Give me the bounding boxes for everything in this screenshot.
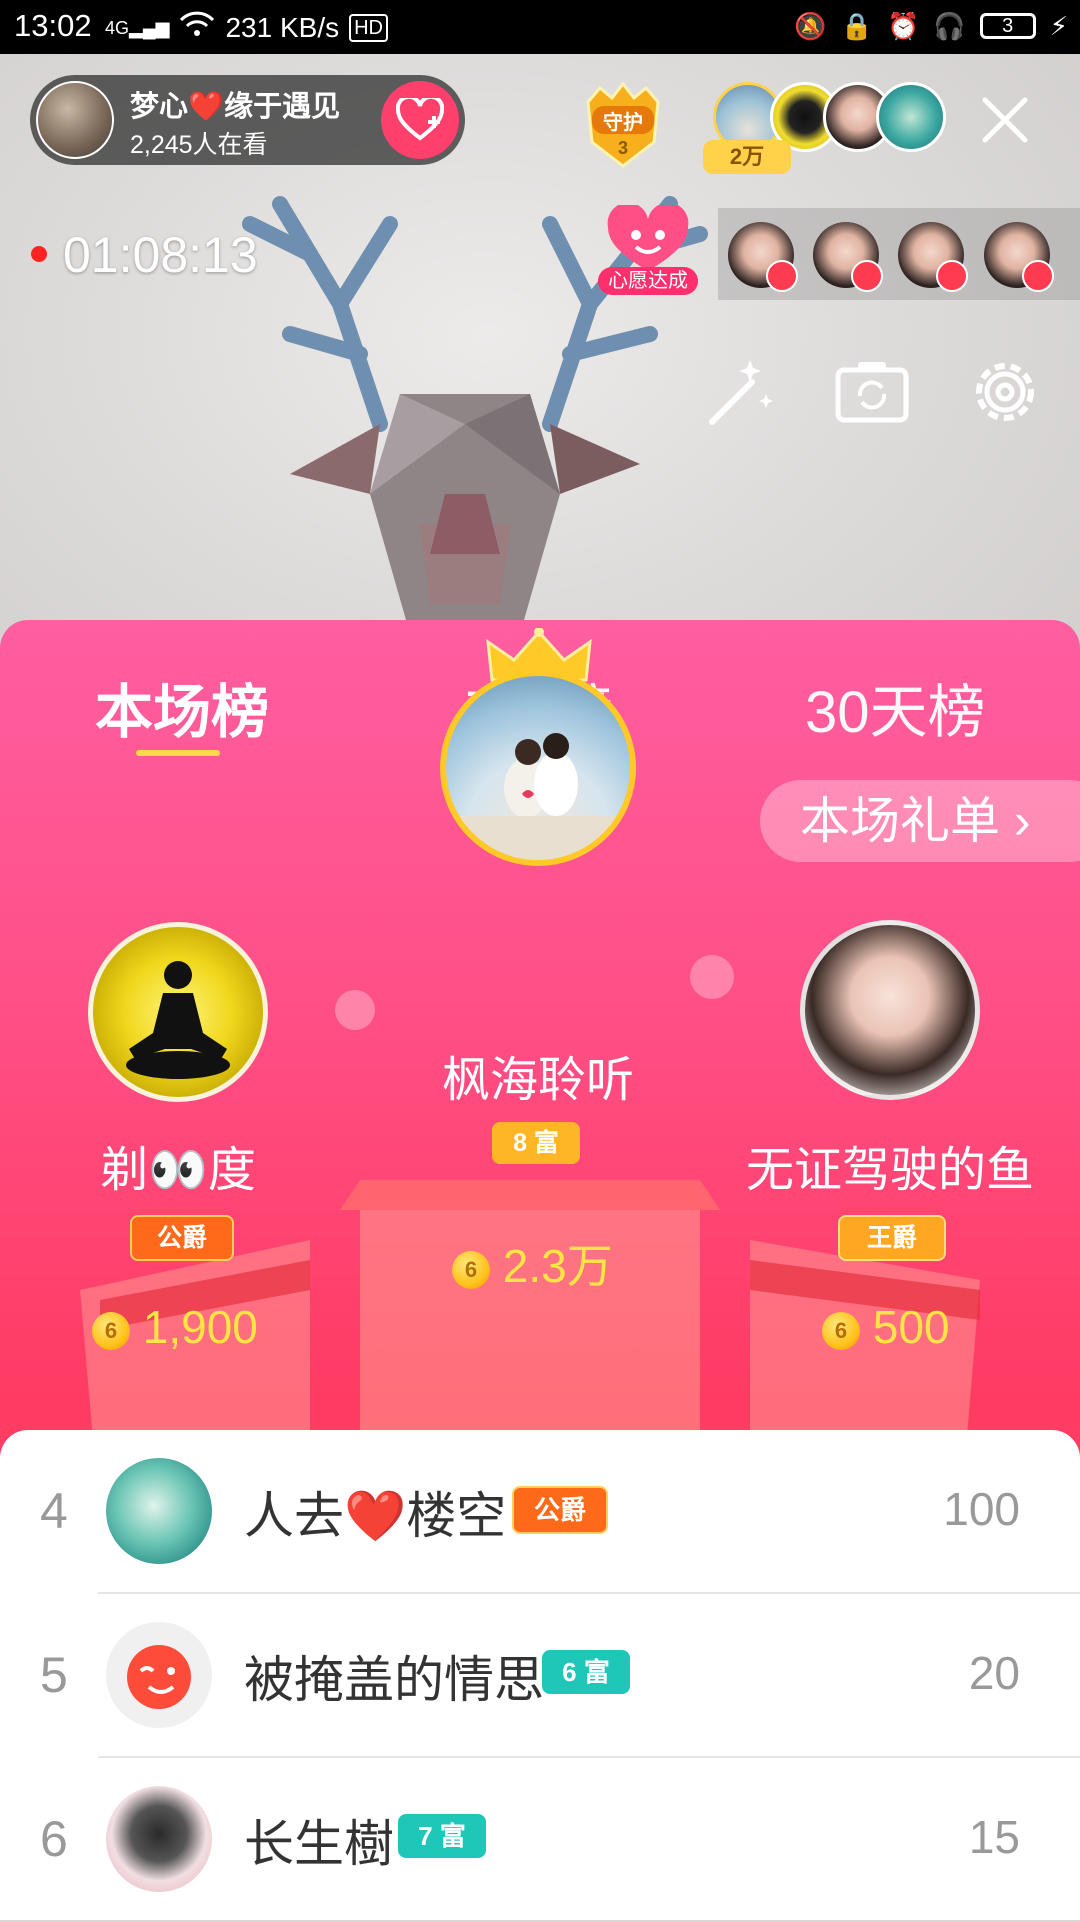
viewer-count: 2,245人在看 — [130, 131, 268, 159]
coin-icon: 6 — [92, 1311, 130, 1350]
rank-3-avatar[interactable] — [800, 920, 980, 1100]
close-button[interactable] — [975, 90, 1035, 150]
list-level-tag: 6 富 — [542, 1650, 630, 1694]
list-rank: 4 — [40, 1483, 68, 1539]
sofa-badge-icon — [1022, 260, 1054, 292]
rank-3-king-tag: 王爵 — [838, 1215, 946, 1261]
status-time: 13:02 — [14, 8, 92, 43]
rank-3-score: 6 500 — [822, 1300, 950, 1354]
rank-2-name: 剃👀度 — [100, 1144, 256, 1197]
list-item[interactable]: 4 人去❤️楼空 公爵 100 — [0, 1430, 1080, 1594]
rank-1-name: 枫海聆听 — [441, 1054, 634, 1107]
list-item[interactable]: 5 被掩盖的情思 6 富 20 — [0, 1594, 1080, 1758]
rank-2-duke-tag: 公爵 — [130, 1215, 234, 1261]
tab-30-days[interactable]: 30天榜 — [805, 665, 986, 749]
list-rank: 5 — [40, 1647, 68, 1703]
list-rank: 6 — [40, 1811, 68, 1867]
gear-icon — [976, 363, 1034, 421]
rank-1-score: 6 2.3万 — [452, 1230, 613, 1296]
hd-icon: HD — [349, 13, 388, 42]
guard-label: 守护 — [603, 112, 643, 134]
bubble-decoration — [690, 955, 734, 999]
list-score: 100 — [943, 1483, 1020, 1535]
recording-dot — [31, 246, 47, 262]
battery-icon: 3 — [979, 13, 1036, 39]
network-speed: 231 KB/s — [225, 11, 340, 43]
coin-icon: 6 — [452, 1250, 490, 1289]
magic-wand-icon — [709, 360, 773, 425]
bubble-decoration — [335, 990, 375, 1030]
host-avatar[interactable] — [36, 81, 114, 159]
headphones-icon: 🎧 — [933, 11, 966, 41]
audience-avatar-3[interactable] — [898, 222, 968, 292]
wifi-icon — [179, 10, 215, 45]
audience-strip — [718, 208, 1080, 300]
active-tab-indicator — [136, 750, 220, 756]
list-avatar[interactable] — [106, 1786, 212, 1892]
top-viewer-avatar-4[interactable] — [876, 82, 946, 152]
list-avatar[interactable] — [106, 1622, 212, 1728]
list-level-tag: 公爵 — [512, 1486, 608, 1534]
rank-2-avatar[interactable] — [88, 922, 268, 1102]
audience-avatar-4[interactable] — [984, 222, 1054, 292]
rank-1-avatar[interactable] — [440, 670, 636, 866]
list-name: 人去❤️楼空 — [244, 1488, 507, 1544]
gift-list-button[interactable]: 本场礼单 › — [760, 780, 1080, 862]
meditation-silhouette — [126, 961, 230, 1079]
rank-1-wealth-tag: 8 富 — [492, 1122, 580, 1164]
coin-icon: 6 — [822, 1311, 860, 1350]
close-icon — [982, 97, 1028, 143]
tab-current-show[interactable]: 本场榜 — [95, 665, 269, 749]
flip-camera-button[interactable] — [832, 352, 912, 432]
charging-icon: ⚡ — [1049, 11, 1068, 41]
list-level-tag: 7 富 — [398, 1814, 486, 1858]
rank-2-score: 6 1,900 — [92, 1300, 258, 1354]
ranking-list: 4 人去❤️楼空 公爵 100 5 被掩盖的情思 6 富 20 6 长生樹 7 … — [0, 1430, 1080, 1920]
audience-avatar-1[interactable] — [728, 222, 798, 292]
top-contribution-badge: 2万 — [703, 140, 791, 174]
wink-face-icon — [127, 1645, 191, 1709]
audience-avatar-2[interactable] — [813, 222, 883, 292]
camera-switch-icon — [835, 362, 909, 423]
heart-plus-icon — [396, 98, 444, 141]
couple-photo — [446, 733, 630, 860]
sofa-badge-icon — [851, 260, 883, 292]
rank-2-score-value: 1,900 — [142, 1301, 258, 1353]
signal-icon: 4G▂▄▆ — [105, 17, 170, 38]
list-score: 15 — [968, 1811, 1020, 1863]
sofa-badge-icon — [766, 260, 798, 292]
wish-badge[interactable]: 心愿达成 — [598, 205, 698, 295]
status-bar: 13:02 4G▂▄▆ 231 KB/s HD 🔕 🔒 ⏰ 🎧 3 ⚡ — [0, 0, 1080, 54]
lock-icon: 🔒 — [840, 11, 873, 41]
live-timer: 01:08:13 — [63, 227, 258, 283]
rank-1-score-value: 2.3万 — [502, 1240, 613, 1292]
beauty-effect-button[interactable] — [700, 352, 780, 432]
hd-label: HD — [354, 16, 383, 39]
list-name: 被掩盖的情思 — [244, 1652, 544, 1708]
network-type: 4G — [105, 17, 130, 38]
rank-3-name: 无证驾驶的鱼 — [746, 1144, 1035, 1197]
battery-level: 3 — [1002, 14, 1014, 37]
heart-face-icon — [607, 205, 689, 271]
rank-3-score-value: 500 — [872, 1301, 950, 1353]
wish-label: 心愿达成 — [598, 267, 698, 295]
settings-button[interactable] — [965, 352, 1045, 432]
follow-button[interactable] — [381, 81, 459, 159]
list-item[interactable]: 6 长生樹 7 富 15 — [0, 1758, 1080, 1922]
guard-count: 3 — [617, 138, 628, 158]
list-score: 20 — [968, 1647, 1020, 1699]
host-name: 梦心❤️缘于遇见 — [130, 91, 341, 123]
list-name: 长生樹 — [244, 1816, 394, 1872]
host-info-pill[interactable]: 梦心❤️缘于遇见 2,245人在看 — [30, 75, 465, 165]
alarm-icon: ⏰ — [886, 11, 920, 41]
guard-badge[interactable]: 守护 3 — [578, 82, 668, 168]
mute-icon: 🔕 — [794, 11, 827, 41]
sofa-badge-icon — [936, 260, 968, 292]
list-avatar[interactable] — [106, 1458, 212, 1564]
